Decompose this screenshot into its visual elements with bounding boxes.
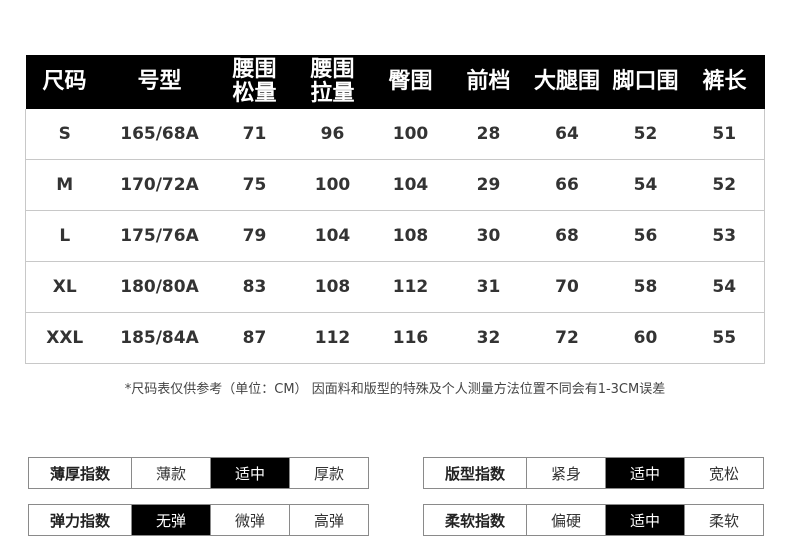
cell-length: 52 — [684, 159, 765, 211]
index-option[interactable]: 厚款 — [289, 457, 369, 489]
header-cell-length: 裤长 — [684, 55, 765, 109]
cell-front-rise: 28 — [449, 109, 528, 160]
cell-leg-opening: 56 — [606, 210, 685, 262]
index-row: 柔软指数 偏硬 适中 柔软 — [423, 504, 764, 536]
cell-size: L — [25, 210, 104, 262]
size-chart-table: 尺码 号型 腰围 松量 腰围 拉量 臀围 前档 大腿围 脚口围 裤长 S 165/… — [25, 55, 765, 364]
cell-hip: 112 — [371, 261, 450, 313]
cell-leg-opening: 58 — [606, 261, 685, 313]
size-chart-body: S 165/68A 71 96 100 28 64 52 51 M 170/72A 75 100 104 2… — [25, 109, 765, 364]
cell-thigh: 68 — [527, 210, 607, 262]
index-option[interactable]: 适中 — [210, 457, 290, 489]
cell-waist-stretched: 104 — [293, 210, 372, 262]
cell-thigh: 64 — [527, 109, 607, 160]
cell-leg-opening: 60 — [606, 312, 685, 364]
index-option[interactable]: 紧身 — [526, 457, 606, 489]
cell-model: 175/76A — [103, 210, 216, 262]
header-cell-size: 尺码 — [25, 55, 104, 109]
cell-length: 55 — [684, 312, 765, 364]
index-elasticity: 弹力指数 无弹 微弹 高弹 — [28, 504, 369, 536]
cell-waist-relaxed: 83 — [215, 261, 294, 313]
cell-front-rise: 32 — [449, 312, 528, 364]
cell-front-rise: 29 — [449, 159, 528, 211]
index-thickness: 薄厚指数 薄款 适中 厚款 — [28, 457, 369, 489]
cell-waist-stretched: 112 — [293, 312, 372, 364]
cell-length: 51 — [684, 109, 765, 160]
cell-waist-stretched: 96 — [293, 109, 372, 160]
index-option[interactable]: 柔软 — [684, 504, 764, 536]
index-row: 版型指数 紧身 适中 宽松 — [423, 457, 764, 489]
index-row: 薄厚指数 薄款 适中 厚款 — [28, 457, 369, 489]
cell-waist-relaxed: 79 — [215, 210, 294, 262]
index-option[interactable]: 适中 — [605, 457, 685, 489]
cell-leg-opening: 54 — [606, 159, 685, 211]
cell-waist-stretched: 100 — [293, 159, 372, 211]
cell-waist-relaxed: 75 — [215, 159, 294, 211]
size-row: XXL 185/84A 87 112 116 32 72 60 55 — [25, 312, 765, 364]
cell-thigh: 66 — [527, 159, 607, 211]
index-option[interactable]: 偏硬 — [526, 504, 606, 536]
index-label: 柔软指数 — [423, 504, 527, 536]
size-row: M 170/72A 75 100 104 29 66 54 52 — [25, 159, 765, 211]
header-cell-hip: 臀围 — [371, 55, 450, 109]
index-label: 薄厚指数 — [28, 457, 132, 489]
cell-hip: 104 — [371, 159, 450, 211]
header-cell-waist-stretched: 腰围 拉量 — [293, 55, 372, 109]
cell-hip: 100 — [371, 109, 450, 160]
index-label: 弹力指数 — [28, 504, 132, 536]
cell-front-rise: 31 — [449, 261, 528, 313]
header-cell-waist-relaxed: 腰围 松量 — [215, 55, 294, 109]
index-fit: 版型指数 紧身 适中 宽松 — [423, 457, 764, 489]
cell-front-rise: 30 — [449, 210, 528, 262]
size-note: *尺码表仅供参考（单位：CM） 因面料和版型的特殊及个人测量方法位置不同会有1-… — [124, 382, 666, 397]
cell-model: 180/80A — [103, 261, 216, 313]
index-label: 版型指数 — [423, 457, 527, 489]
size-row: S 165/68A 71 96 100 28 64 52 51 — [25, 109, 765, 160]
size-row: L 175/76A 79 104 108 30 68 56 53 — [25, 210, 765, 262]
cell-size: XL — [25, 261, 104, 313]
index-row: 弹力指数 无弹 微弹 高弹 — [28, 504, 369, 536]
index-option[interactable]: 微弹 — [210, 504, 290, 536]
cell-size: S — [25, 109, 104, 160]
cell-length: 54 — [684, 261, 765, 313]
cell-hip: 108 — [371, 210, 450, 262]
index-option[interactable]: 薄款 — [131, 457, 211, 489]
cell-model: 165/68A — [103, 109, 216, 160]
cell-model: 170/72A — [103, 159, 216, 211]
header-cell-thigh: 大腿围 — [527, 55, 607, 109]
index-option[interactable]: 高弹 — [289, 504, 369, 536]
cell-thigh: 72 — [527, 312, 607, 364]
header-cell-leg-opening: 脚口围 — [606, 55, 685, 109]
cell-hip: 116 — [371, 312, 450, 364]
cell-length: 53 — [684, 210, 765, 262]
header-cell-front-rise: 前档 — [449, 55, 528, 109]
header-cell-model: 号型 — [103, 55, 216, 109]
index-softness: 柔软指数 偏硬 适中 柔软 — [423, 504, 764, 536]
index-option[interactable]: 宽松 — [684, 457, 764, 489]
cell-leg-opening: 52 — [606, 109, 685, 160]
size-row: XL 180/80A 83 108 112 31 70 58 54 — [25, 261, 765, 313]
size-chart-header-row: 尺码 号型 腰围 松量 腰围 拉量 臀围 前档 大腿围 脚口围 裤长 — [25, 55, 765, 109]
cell-model: 185/84A — [103, 312, 216, 364]
cell-size: M — [25, 159, 104, 211]
cell-waist-stretched: 108 — [293, 261, 372, 313]
cell-size: XXL — [25, 312, 104, 364]
index-option[interactable]: 适中 — [605, 504, 685, 536]
index-option[interactable]: 无弹 — [131, 504, 211, 536]
cell-thigh: 70 — [527, 261, 607, 313]
cell-waist-relaxed: 71 — [215, 109, 294, 160]
cell-waist-relaxed: 87 — [215, 312, 294, 364]
